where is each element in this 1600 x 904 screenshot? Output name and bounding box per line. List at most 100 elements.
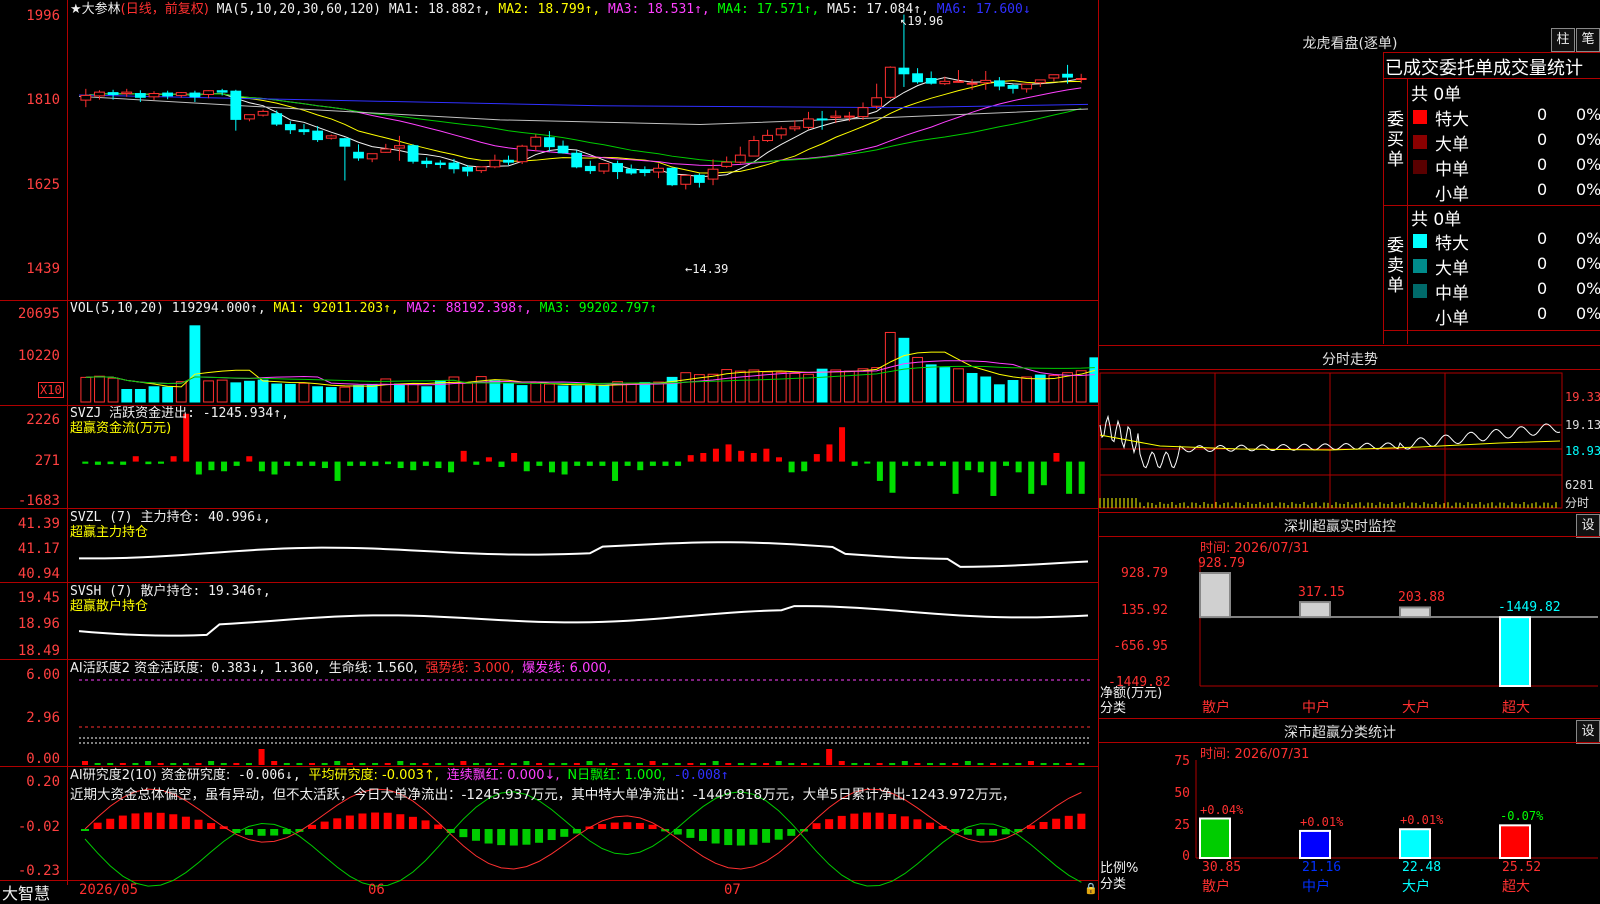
activity-bar xyxy=(258,749,265,765)
monitor-category: 大户 xyxy=(1402,700,1430,716)
candle-body xyxy=(843,115,855,118)
ma4-value: MA4: 17.571↑, xyxy=(717,2,820,17)
research-bar xyxy=(749,829,758,845)
activity-bar xyxy=(750,763,757,765)
fund-flow-bar xyxy=(574,461,581,466)
fund-flow-bar xyxy=(561,461,568,475)
classify-value-label: 21.16 xyxy=(1302,860,1342,875)
classify-category: 散户 xyxy=(1202,879,1230,895)
candle-body xyxy=(516,145,528,163)
research-bar xyxy=(345,815,354,829)
research-bar xyxy=(509,829,518,846)
svzj-label: 271 xyxy=(34,453,60,469)
classify-value-label: 22.48 xyxy=(1402,860,1442,875)
activity-bar xyxy=(208,761,215,765)
volume-bar xyxy=(980,376,992,403)
classify-x-unit: 分类 xyxy=(1100,877,1127,892)
volume-bar xyxy=(775,371,787,403)
candle-body xyxy=(734,154,746,163)
svzl-sub: 超赢主力持仓 xyxy=(70,525,149,540)
lock-icon[interactable]: 🔒 xyxy=(1084,882,1098,895)
research-bar xyxy=(106,818,115,829)
activity-bar xyxy=(636,763,643,765)
volume-bar xyxy=(162,386,174,403)
buy-order-name: 大单 xyxy=(1435,135,1469,155)
volume-bar xyxy=(244,380,255,403)
activity-bar xyxy=(914,763,921,765)
ai-research-label: -0.02 xyxy=(17,819,60,835)
volume-bar xyxy=(489,380,501,403)
fund-flow-bar xyxy=(372,461,379,466)
candle-body xyxy=(857,107,869,118)
ma2-value: MA2: 18.799↑, xyxy=(498,2,601,17)
intraday-rule xyxy=(1098,369,1600,370)
fund-flow-bar xyxy=(1066,461,1073,494)
kline-chart[interactable] xyxy=(0,0,1098,900)
activity-bar xyxy=(800,763,807,765)
candle-body xyxy=(912,73,923,83)
fund-flow-bar xyxy=(1003,461,1010,466)
sell-order-swatch xyxy=(1413,259,1427,273)
research-bar xyxy=(547,829,556,841)
buy-orders-label: 委买单 xyxy=(1387,110,1404,170)
sell-orders-label: 委卖单 xyxy=(1387,236,1404,296)
volume-bar xyxy=(762,371,773,403)
monitor-settings-button[interactable]: 设 xyxy=(1576,514,1600,538)
sell-order-name: 大单 xyxy=(1435,259,1469,279)
vol-legend: VOL(5,10,20) 119294.000↑, MA1: 92011.203… xyxy=(70,301,657,317)
fund-flow-bar xyxy=(1028,461,1035,494)
research-bar xyxy=(812,823,821,829)
price-label: 1439 xyxy=(26,261,60,277)
fund-flow-bar xyxy=(120,461,127,465)
fund-flow-bar xyxy=(801,461,808,472)
classify-pct-label: +0.01% xyxy=(1300,814,1344,829)
svzj-value: -1245.934↑, xyxy=(202,406,289,421)
research-bar xyxy=(181,816,190,829)
fund-flow-bar xyxy=(826,444,833,462)
volume-bar xyxy=(734,370,746,403)
activity-bar xyxy=(763,763,770,765)
activity-bar xyxy=(687,763,694,765)
monitor-value-label: 317.15 xyxy=(1298,585,1345,601)
activity-bar xyxy=(132,763,139,765)
volume-bar xyxy=(394,383,405,403)
research-bar xyxy=(522,829,531,845)
vol-ma1: MA1: 92011.203↑, xyxy=(273,301,399,316)
candle-body xyxy=(980,79,992,84)
activity-bar xyxy=(990,763,997,765)
period-label[interactable]: (日线，前复权) xyxy=(121,2,209,17)
volume-bar xyxy=(871,367,883,403)
volume-bar xyxy=(625,383,637,403)
activity-bar xyxy=(964,761,971,765)
svzl-label: 41.17 xyxy=(17,541,60,557)
candle-body xyxy=(693,174,705,183)
research-bar xyxy=(623,822,632,829)
bar-view-button[interactable]: 柱 xyxy=(1551,28,1575,52)
lhk-title: 龙虎看盘(逐单) xyxy=(1302,36,1398,52)
volume-bar xyxy=(571,385,583,403)
classify-category: 大户 xyxy=(1402,879,1430,895)
fund-flow-bar xyxy=(687,455,694,462)
classify-settings-button[interactable]: 设 xyxy=(1576,720,1600,744)
svzl-label: SVZL (7) 主力持仓: xyxy=(70,510,201,525)
volume-bar xyxy=(339,386,351,403)
research-bar xyxy=(976,829,985,836)
activity-bar xyxy=(1065,763,1072,765)
vol-label: 20695 xyxy=(17,306,60,322)
classify-ylab: 50 xyxy=(1174,786,1190,801)
fund-flow-bar xyxy=(94,461,101,465)
svzl-label: 40.94 xyxy=(17,566,60,582)
fund-flow-bar xyxy=(662,461,669,466)
classify-pct-label: +0.04% xyxy=(1200,802,1244,817)
stock-name[interactable]: ★大参林 xyxy=(70,2,121,17)
volume-bar xyxy=(230,382,242,403)
activity-bar xyxy=(472,763,479,765)
activity-bar xyxy=(611,763,618,765)
candle-body xyxy=(366,153,378,160)
main-holding-line xyxy=(78,541,1089,568)
tick-view-button[interactable]: 笔 xyxy=(1576,28,1600,52)
candle-body xyxy=(544,137,555,148)
fund-flow-bar xyxy=(902,461,909,466)
volume-bar xyxy=(1021,376,1033,403)
ai-research-label: AI研究度2(10) 资金研究度: xyxy=(70,768,231,783)
